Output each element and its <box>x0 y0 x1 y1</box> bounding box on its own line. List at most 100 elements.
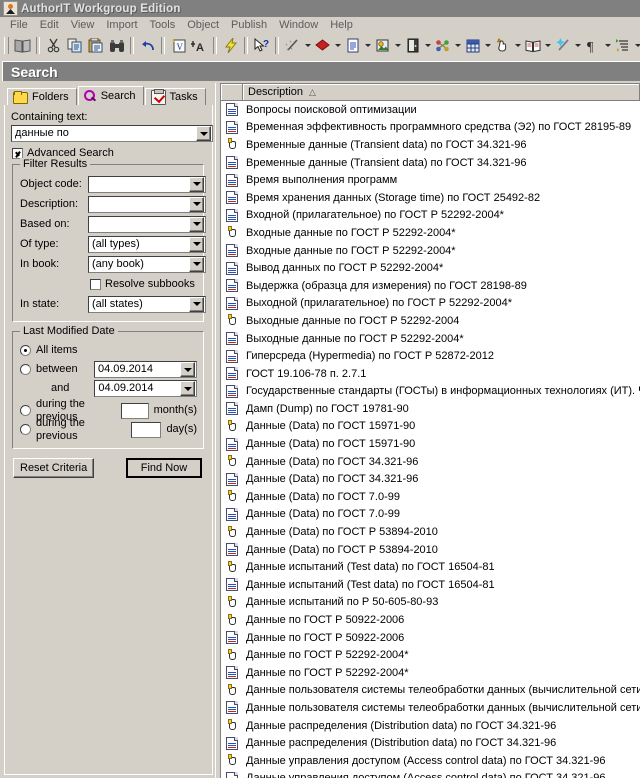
tab-tasks[interactable]: Tasks <box>144 88 206 105</box>
undo-icon[interactable] <box>137 35 158 56</box>
tab-search[interactable]: Search <box>77 86 144 105</box>
resolve-subbooks-checkbox[interactable] <box>90 278 101 290</box>
menu-item-help[interactable]: Help <box>324 18 359 33</box>
molecule-dropdown-icon[interactable] <box>453 35 462 56</box>
table-row[interactable]: Входной (прилагательное) по ГОСТ Р 52292… <box>221 207 640 225</box>
menu-item-view[interactable]: View <box>65 18 101 33</box>
book-open-dropdown-icon[interactable] <box>543 35 552 56</box>
media-icon[interactable] <box>372 35 393 56</box>
previous-months-radio[interactable] <box>20 405 31 416</box>
table-row[interactable]: Дамп (Dump) по ГОСТ 19781-90 <box>221 400 640 418</box>
table-row[interactable]: Данные испытаний по Р 50-605-80-93 <box>221 594 640 612</box>
reset-criteria-button[interactable]: Reset Criteria <box>13 458 95 478</box>
table-row[interactable]: Данные пользователя системы телеобработк… <box>221 699 640 717</box>
in-book-dropdown-icon[interactable] <box>189 256 204 272</box>
toolbar-grip[interactable] <box>4 37 9 54</box>
description-input[interactable] <box>88 195 206 213</box>
table-row[interactable]: Данные распределения (Distribution data)… <box>221 717 640 735</box>
between-date-input[interactable]: 04.09.2014 <box>93 361 197 378</box>
file-cabinet-icon[interactable] <box>402 35 423 56</box>
table-row[interactable]: Входные данные по ГОСТ Р 52292-2004* <box>221 224 640 242</box>
table-row[interactable]: Государственные стандарты (ГОСТы) в инфо… <box>221 383 640 401</box>
file-cabinet-dropdown-icon[interactable] <box>423 35 432 56</box>
description-dropdown-icon[interactable] <box>189 196 204 212</box>
table-row[interactable]: Гиперсреда (Hypermedia) по ГОСТ Р 52872-… <box>221 347 640 365</box>
table-row[interactable]: Данные (Data) по ГОСТ 34.321-96 <box>221 453 640 471</box>
spellcheck-icon[interactable]: V <box>168 35 189 56</box>
menu-item-edit[interactable]: Edit <box>34 18 65 33</box>
table-row[interactable]: Время выполнения программ <box>221 171 640 189</box>
wand-dropdown-icon[interactable] <box>303 35 312 56</box>
insert-text-icon[interactable]: A <box>189 35 210 56</box>
table-row[interactable]: Данные испытаний (Test data) по ГОСТ 165… <box>221 576 640 594</box>
spark-wand-dropdown-icon[interactable] <box>573 35 582 56</box>
hotspot-dropdown-icon[interactable] <box>513 35 522 56</box>
table-row[interactable]: Данные (Data) по ГОСТ 7.0-99 <box>221 506 640 524</box>
previous-months-input[interactable] <box>121 402 149 419</box>
table-row[interactable]: Данные по ГОСТ Р 52292-2004* <box>221 664 640 682</box>
table-row[interactable]: Данные (Data) по ГОСТ 34.321-96 <box>221 470 640 488</box>
wand-icon[interactable] <box>282 35 303 56</box>
table-row[interactable]: Данные по ГОСТ Р 52292-2004* <box>221 646 640 664</box>
book-open-icon[interactable] <box>522 35 543 56</box>
table-row[interactable]: Данные (Data) по ГОСТ 15971-90 <box>221 435 640 453</box>
copy-icon[interactable] <box>64 35 85 56</box>
table-row[interactable]: Вопросы поисковой оптимизации <box>221 101 640 119</box>
lightning-icon[interactable] <box>220 35 241 56</box>
in-state-select[interactable]: (all states) <box>88 295 206 313</box>
table-dropdown-icon[interactable] <box>483 35 492 56</box>
table-row[interactable]: Данные пользователя системы телеобработк… <box>221 682 640 700</box>
table-row[interactable]: Данные (Data) по ГОСТ 15971-90 <box>221 418 640 436</box>
of-type-dropdown-icon[interactable] <box>189 236 204 252</box>
in-book-select[interactable]: (any book) <box>88 255 206 273</box>
and-date-dropdown-icon[interactable] <box>180 381 195 396</box>
table-row[interactable]: Данные испытаний (Test data) по ГОСТ 165… <box>221 558 640 576</box>
table-row[interactable]: Данные управления доступом (Access contr… <box>221 770 640 778</box>
diamond-dropdown-icon[interactable] <box>333 35 342 56</box>
table-row[interactable]: Данные по ГОСТ Р 50922-2006 <box>221 611 640 629</box>
hotspot-hand-icon[interactable] <box>492 35 513 56</box>
binoculars-icon[interactable] <box>106 35 127 56</box>
help-pointer-icon[interactable]: ? <box>251 35 272 56</box>
table-row[interactable]: Время хранения данных (Storage time) по … <box>221 189 640 207</box>
paste-icon[interactable] <box>85 35 106 56</box>
containing-text-dropdown-icon[interactable] <box>196 126 211 141</box>
spark-wand-icon[interactable] <box>552 35 573 56</box>
based-on-input[interactable] <box>88 215 206 233</box>
table-row[interactable]: Выходные данные по ГОСТ Р 52292-2004* <box>221 330 640 348</box>
new-topic-icon[interactable] <box>342 35 363 56</box>
pilcrow-icon[interactable]: ¶ <box>582 35 603 56</box>
all-items-radio[interactable] <box>20 345 31 356</box>
menu-item-tools[interactable]: Tools <box>144 18 182 33</box>
table-row[interactable]: Временные данные (Transient data) по ГОС… <box>221 136 640 154</box>
outline-dropdown-icon[interactable] <box>633 35 640 56</box>
menu-item-object[interactable]: Object <box>181 18 225 33</box>
diamond-icon[interactable] <box>312 35 333 56</box>
previous-days-input[interactable] <box>130 421 162 438</box>
molecule-icon[interactable] <box>432 35 453 56</box>
new-topic-dropdown-icon[interactable] <box>363 35 372 56</box>
menu-item-file[interactable]: File <box>4 18 34 33</box>
table-row[interactable]: ГОСТ 19.106-78 п. 2.7.1 <box>221 365 640 383</box>
table-row[interactable]: Выходной (прилагательное) по ГОСТ Р 5229… <box>221 295 640 313</box>
media-dropdown-icon[interactable] <box>393 35 402 56</box>
table-row[interactable]: Выходные данные по ГОСТ Р 52292-2004 <box>221 312 640 330</box>
resolve-subbooks-row[interactable]: Resolve subbooks <box>20 274 197 294</box>
table-grid-icon[interactable] <box>462 35 483 56</box>
containing-text-input[interactable]: данные по <box>11 125 213 142</box>
pilcrow-dropdown-icon[interactable] <box>603 35 612 56</box>
table-row[interactable]: Временные данные (Transient data) по ГОС… <box>221 154 640 172</box>
outline-icon[interactable] <box>612 35 633 56</box>
table-row[interactable]: Данные (Data) по ГОСТ 7.0-99 <box>221 488 640 506</box>
book-icon[interactable] <box>12 35 33 56</box>
and-date-input[interactable]: 04.09.2014 <box>94 380 197 397</box>
table-row[interactable]: Вывод данных по ГОСТ Р 52292-2004* <box>221 259 640 277</box>
between-radio[interactable] <box>20 364 31 375</box>
object-code-input[interactable] <box>88 175 206 193</box>
between-date-dropdown-icon[interactable] <box>180 362 195 377</box>
menu-item-publish[interactable]: Publish <box>225 18 273 33</box>
tab-folders[interactable]: Folders <box>7 88 77 105</box>
menu-item-import[interactable]: Import <box>100 18 143 33</box>
previous-days-radio[interactable] <box>20 424 31 435</box>
table-row[interactable]: Входные данные по ГОСТ Р 52292-2004* <box>221 242 640 260</box>
